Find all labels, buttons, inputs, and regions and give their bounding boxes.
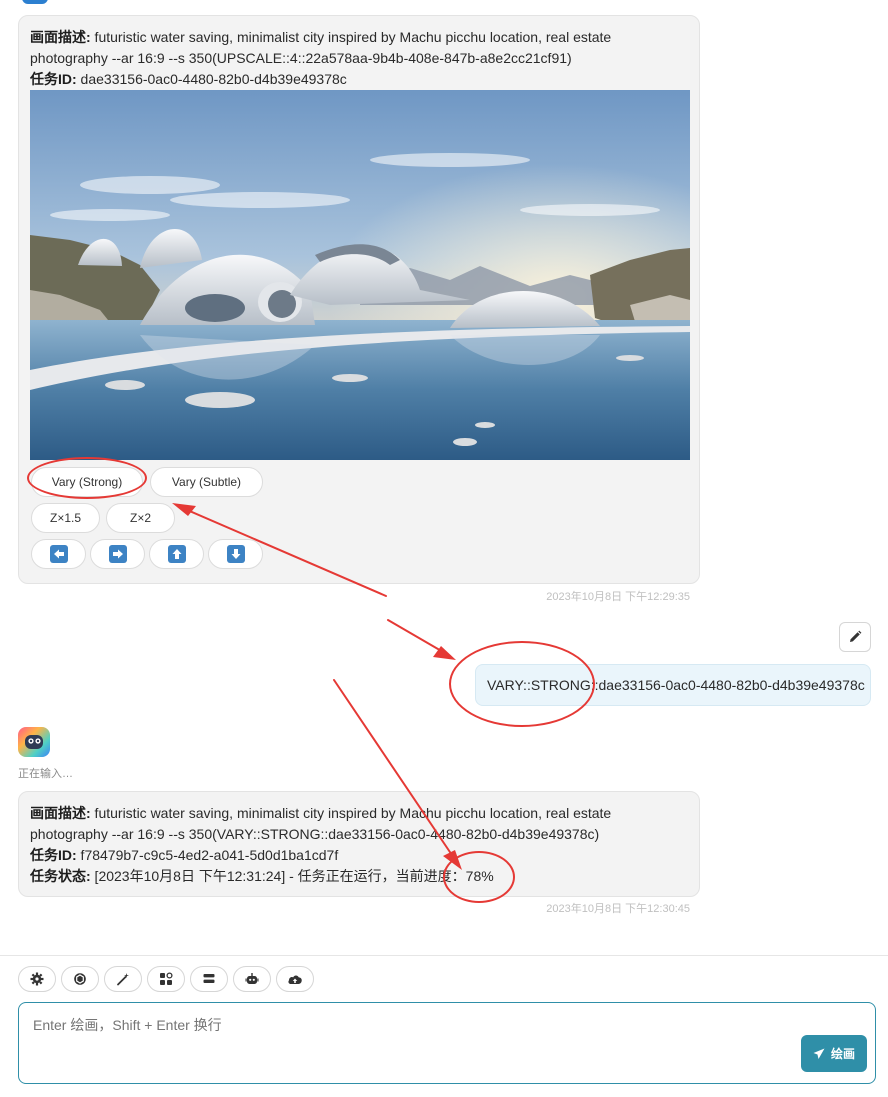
annotation-arrow-line (333, 679, 459, 865)
gear-icon (30, 972, 44, 986)
toolbar-divider (0, 955, 888, 956)
bot-button[interactable] (233, 966, 271, 992)
prompt-composer: 绘画 (18, 1002, 876, 1084)
upload-button[interactable] (276, 966, 314, 992)
apps-icon (160, 972, 173, 985)
prompt-wand-button[interactable] (104, 966, 142, 992)
cloud-upload-icon (288, 975, 302, 984)
prompt-input[interactable] (19, 1003, 799, 1083)
magic-wand-icon (117, 973, 129, 986)
apps-button[interactable] (147, 966, 185, 992)
robot-icon (245, 973, 259, 984)
annotation-arrows (172, 503, 462, 870)
draw-send-button[interactable]: 绘画 (801, 1035, 867, 1072)
layers-icon (203, 974, 215, 983)
draw-send-label: 绘画 (830, 1047, 855, 1061)
layers-button[interactable] (190, 966, 228, 992)
model-button[interactable] (61, 966, 99, 992)
openai-icon (74, 973, 86, 985)
annotation-arrow-line (177, 505, 387, 597)
send-icon (813, 1048, 825, 1059)
annotation-arrowhead (443, 850, 462, 870)
settings-button[interactable] (18, 966, 56, 992)
annotation-arrowhead (172, 503, 196, 516)
